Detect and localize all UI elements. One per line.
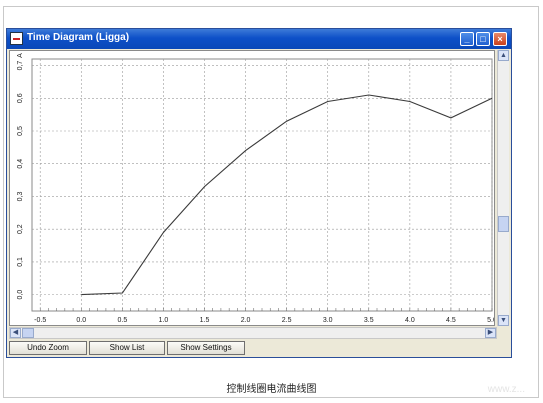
- x-tick-label: 0.5: [117, 317, 127, 324]
- app-icon: [10, 32, 23, 45]
- x-tick-label: 3.5: [364, 317, 374, 324]
- undo-zoom-button[interactable]: Undo Zoom: [9, 341, 87, 355]
- show-list-button[interactable]: Show List: [89, 341, 165, 355]
- scroll-right-arrow-icon[interactable]: ▶: [485, 328, 496, 338]
- horizontal-scrollbar[interactable]: ◀ ▶: [9, 327, 497, 339]
- x-tick-label: 5.0: [487, 317, 494, 324]
- y-tick-label: 0,5: [17, 126, 24, 136]
- time-diagram-window: Time Diagram (Ligga) _ □ × -0.5 0.0 0.5 1.0…: [6, 28, 512, 358]
- y-tick-label: 0,0: [17, 290, 24, 300]
- y-axis-label: A: [17, 53, 24, 58]
- scroll-down-arrow-icon[interactable]: ▼: [498, 315, 509, 326]
- minimize-button[interactable]: _: [460, 32, 474, 46]
- horizontal-scroll-thumb[interactable]: [22, 328, 34, 338]
- y-tick-label: 0,4: [17, 159, 24, 169]
- y-tick-label: 0,7: [17, 61, 24, 71]
- scroll-left-arrow-icon[interactable]: ◀: [10, 328, 21, 338]
- title-bar[interactable]: Time Diagram (Ligga) _ □ ×: [7, 29, 511, 49]
- plot-frame: [31, 58, 493, 312]
- show-settings-button[interactable]: Show Settings: [167, 341, 245, 355]
- maximize-button[interactable]: □: [476, 32, 490, 46]
- x-tick-label: 1.5: [200, 317, 210, 324]
- window-title: Time Diagram (Ligga): [27, 32, 130, 43]
- x-tick-label: 0.0: [76, 317, 86, 324]
- time-diagram-chart: -0.5 0.0 0.5 1.0 1.5 2.0 2.5 3.0 3.5 4.0 4.5 5.0 0,0…: [17, 53, 497, 334]
- x-tick-label: 4.5: [446, 317, 456, 324]
- button-row: Undo Zoom Show List Show Settings: [7, 340, 511, 357]
- x-tick-label: 2.5: [282, 317, 292, 324]
- vertical-scrollbar[interactable]: ▲ ▼: [497, 50, 509, 326]
- scroll-up-arrow-icon[interactable]: ▲: [498, 50, 509, 61]
- x-tick-label: -0.5: [34, 317, 46, 324]
- y-tick-label: 0,1: [17, 257, 24, 267]
- x-tick-label: 1.0: [159, 317, 169, 324]
- plot-area[interactable]: -0.5 0.0 0.5 1.0 1.5 2.0 2.5 3.0 3.5 4.0 4.5 5.0 0,0…: [9, 50, 497, 334]
- y-tick-label: 0,2: [17, 224, 24, 234]
- watermark: www.z...: [487, 384, 525, 395]
- x-tick-label: 4.0: [405, 317, 415, 324]
- y-tick-label: 0,6: [17, 93, 24, 103]
- close-button[interactable]: ×: [493, 32, 507, 46]
- x-tick-label: 2.0: [241, 317, 251, 324]
- y-tick-label: 0,3: [17, 191, 24, 201]
- vertical-scroll-thumb[interactable]: [498, 216, 509, 232]
- figure-caption: 控制线圈电流曲线图: [226, 384, 317, 395]
- x-tick-label: 3.0: [323, 317, 333, 324]
